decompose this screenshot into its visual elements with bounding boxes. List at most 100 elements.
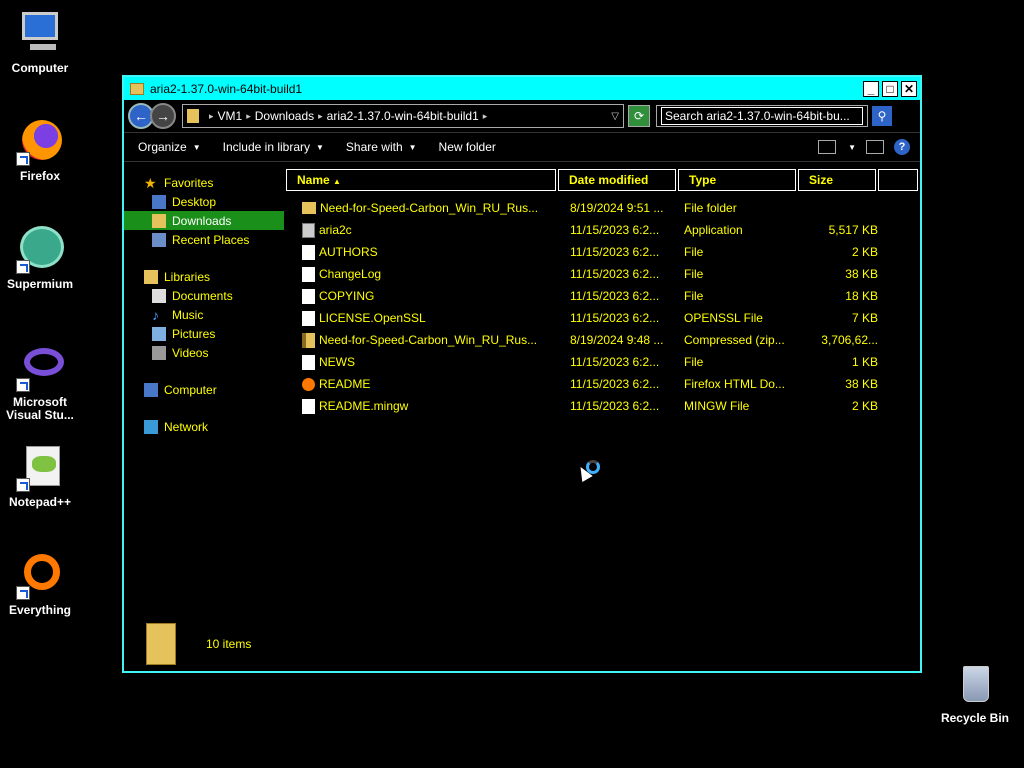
file-date: 11/15/2023 6:2... [570, 245, 660, 259]
column-header-type[interactable]: Type [678, 169, 796, 191]
item-count: 10 items [206, 637, 252, 651]
column-header-size[interactable]: Size [798, 169, 876, 191]
refresh-button[interactable]: ⟳ [628, 105, 650, 127]
include-label: Include in library [222, 140, 310, 154]
supermium-icon [16, 226, 64, 274]
shortcut-arrow-icon [16, 152, 30, 166]
explorer-window: aria2-1.37.0-win-64bit-build1 _ □ ✕ ← → … [122, 75, 922, 673]
nav-label: Pictures [172, 326, 216, 341]
nav-label: Videos [172, 345, 209, 360]
nav-pictures[interactable]: Pictures [124, 324, 284, 343]
view-options-icon[interactable] [818, 140, 837, 154]
chevron-down-icon[interactable]: ▽ [611, 111, 619, 122]
file-date: 11/15/2023 6:2... [570, 311, 660, 325]
shortcut-arrow-icon [16, 478, 30, 492]
desktop-icon-firefox[interactable]: Firefox [0, 118, 80, 183]
close-button[interactable]: ✕ [901, 80, 917, 97]
forward-button[interactable]: → [150, 103, 176, 129]
file-row[interactable]: aria2c 11/15/2023 6:2... Application 5,517 … [286, 219, 920, 241]
view-dropdown-icon[interactable]: ▼ [842, 143, 856, 152]
recent-places-icon [152, 232, 166, 247]
breadcrumb-downloads[interactable]: Downloads ▸ [255, 109, 327, 123]
desktop-icon-label: Recycle Bin [940, 711, 1010, 725]
nav-documents[interactable]: Documents [124, 286, 284, 305]
search-box [656, 105, 868, 127]
file-row[interactable]: COPYING 11/15/2023 6:2... File 18 KB [286, 285, 920, 307]
chevron-right-icon: ▸ [318, 110, 323, 121]
desktop-icon-notepadpp[interactable]: Notepad++ [0, 444, 80, 509]
nav-label: Music [172, 307, 204, 322]
desktop-icon-label: Computer [11, 61, 69, 75]
breadcrumb-label: VM1 [217, 109, 243, 123]
file-name-cell: NEWS [286, 354, 556, 370]
desktop-icon-label: Supermium [6, 277, 73, 291]
nav-downloads[interactable]: Downloads [124, 211, 284, 230]
visual-studio-icon [16, 344, 64, 392]
nav-network[interactable]: Network [124, 417, 284, 436]
nav-desktop[interactable]: Desktop [124, 192, 284, 211]
file-row[interactable]: AUTHORS 11/15/2023 6:2... File 2 KB [286, 241, 920, 263]
minimize-button[interactable]: _ [863, 80, 879, 97]
chevron-down-icon: ▼ [316, 142, 324, 152]
column-header-name[interactable]: Name ▲ [286, 169, 556, 191]
folder-icon [130, 82, 144, 95]
file-name-cell: COPYING [286, 288, 556, 304]
downloads-folder-icon [152, 213, 166, 228]
file-row[interactable]: ChangeLog 11/15/2023 6:2... File 38 KB [286, 263, 920, 285]
nav-label: Computer [164, 382, 217, 397]
file-row[interactable]: LICENSE.OpenSSL 11/15/2023 6:2... OPENSSL … [286, 307, 920, 329]
everything-icon [16, 552, 64, 600]
search-input[interactable] [661, 107, 863, 125]
desktop-icon-supermium[interactable]: Supermium [0, 226, 80, 291]
file-name: NEWS [319, 355, 355, 369]
folder-icon [302, 202, 316, 214]
desktop-icon-everything[interactable]: Everything [0, 552, 80, 617]
organize-button[interactable]: Organize ▼ [138, 140, 201, 154]
file-date: 11/15/2023 6:2... [570, 289, 660, 303]
window-titlebar[interactable]: aria2-1.37.0-win-64bit-build1 _ □ ✕ [124, 77, 920, 100]
include-in-library-button[interactable]: Include in library ▼ [223, 140, 324, 154]
column-header-date[interactable]: Date modified [558, 169, 676, 191]
recycle-bin-icon [951, 660, 999, 708]
nav-music[interactable]: ♪ Music [124, 305, 284, 324]
desktop-icon-recycle-bin[interactable]: Recycle Bin [935, 660, 1015, 725]
desktop-icon-computer[interactable]: Computer [0, 10, 80, 75]
network-icon [144, 419, 158, 434]
file-row[interactable]: NEWS 11/15/2023 6:2... File 1 KB [286, 351, 920, 373]
file-name: COPYING [319, 289, 375, 303]
nav-computer[interactable]: Computer [124, 380, 284, 399]
file-row[interactable]: Need-for-Speed-Carbon_Win_RU_Rus... 8/19/… [286, 329, 920, 351]
nav-libraries[interactable]: Libraries [124, 267, 284, 286]
address-bar-row: ← → ▸ VM1 ▸ Downloads ▸ aria2-1.37.0-win-6… [124, 100, 920, 133]
file-date: 8/19/2024 9:48 ... [570, 333, 664, 347]
new-folder-button[interactable]: New folder [439, 140, 496, 154]
sort-ascending-icon: ▲ [333, 177, 341, 186]
maximize-button[interactable]: □ [882, 80, 898, 97]
file-name: ChangeLog [319, 267, 382, 281]
column-header-extra[interactable] [878, 169, 918, 191]
file-name: README [319, 377, 371, 391]
preview-pane-icon[interactable] [866, 140, 884, 154]
file-row[interactable]: README.mingw 11/15/2023 6:2... MINGW File 2… [286, 395, 920, 417]
breadcrumb-current[interactable]: aria2-1.37.0-win-64bit-build1 ▸ [327, 109, 492, 123]
nav-label: Downloads [172, 213, 232, 228]
command-toolbar: Organize ▼ Include in library ▼ Share with… [124, 133, 920, 162]
nav-favorites[interactable]: ★ Favorites [124, 173, 284, 192]
shortcut-arrow-icon [16, 260, 30, 274]
file-size: 1 KB [851, 355, 878, 369]
file-row[interactable]: Need-for-Speed-Carbon_Win_RU_Rus... 8/19/… [286, 197, 920, 219]
file-name-cell: aria2c [286, 222, 556, 238]
file-type: MINGW File [684, 399, 750, 413]
nav-recent-places[interactable]: Recent Places [124, 230, 284, 249]
help-icon[interactable]: ? [894, 139, 910, 155]
file-icon [302, 244, 315, 260]
share-with-button[interactable]: Share with ▼ [346, 140, 417, 154]
desktop-icon-visual-studio[interactable]: Microsoft Visual Stu... [0, 344, 80, 422]
address-bar[interactable]: ▸ VM1 ▸ Downloads ▸ aria2-1.37.0-win-64bit… [182, 104, 624, 128]
chevron-right-icon: ▸ [246, 110, 251, 121]
breadcrumb-vm1[interactable]: VM1 ▸ [218, 109, 255, 123]
nav-videos[interactable]: Videos [124, 343, 284, 362]
file-name-cell: AUTHORS [286, 244, 556, 260]
search-icon[interactable]: ⚲ [872, 106, 892, 126]
file-row[interactable]: README 11/15/2023 6:2... Firefox HTML Do..… [286, 373, 920, 395]
